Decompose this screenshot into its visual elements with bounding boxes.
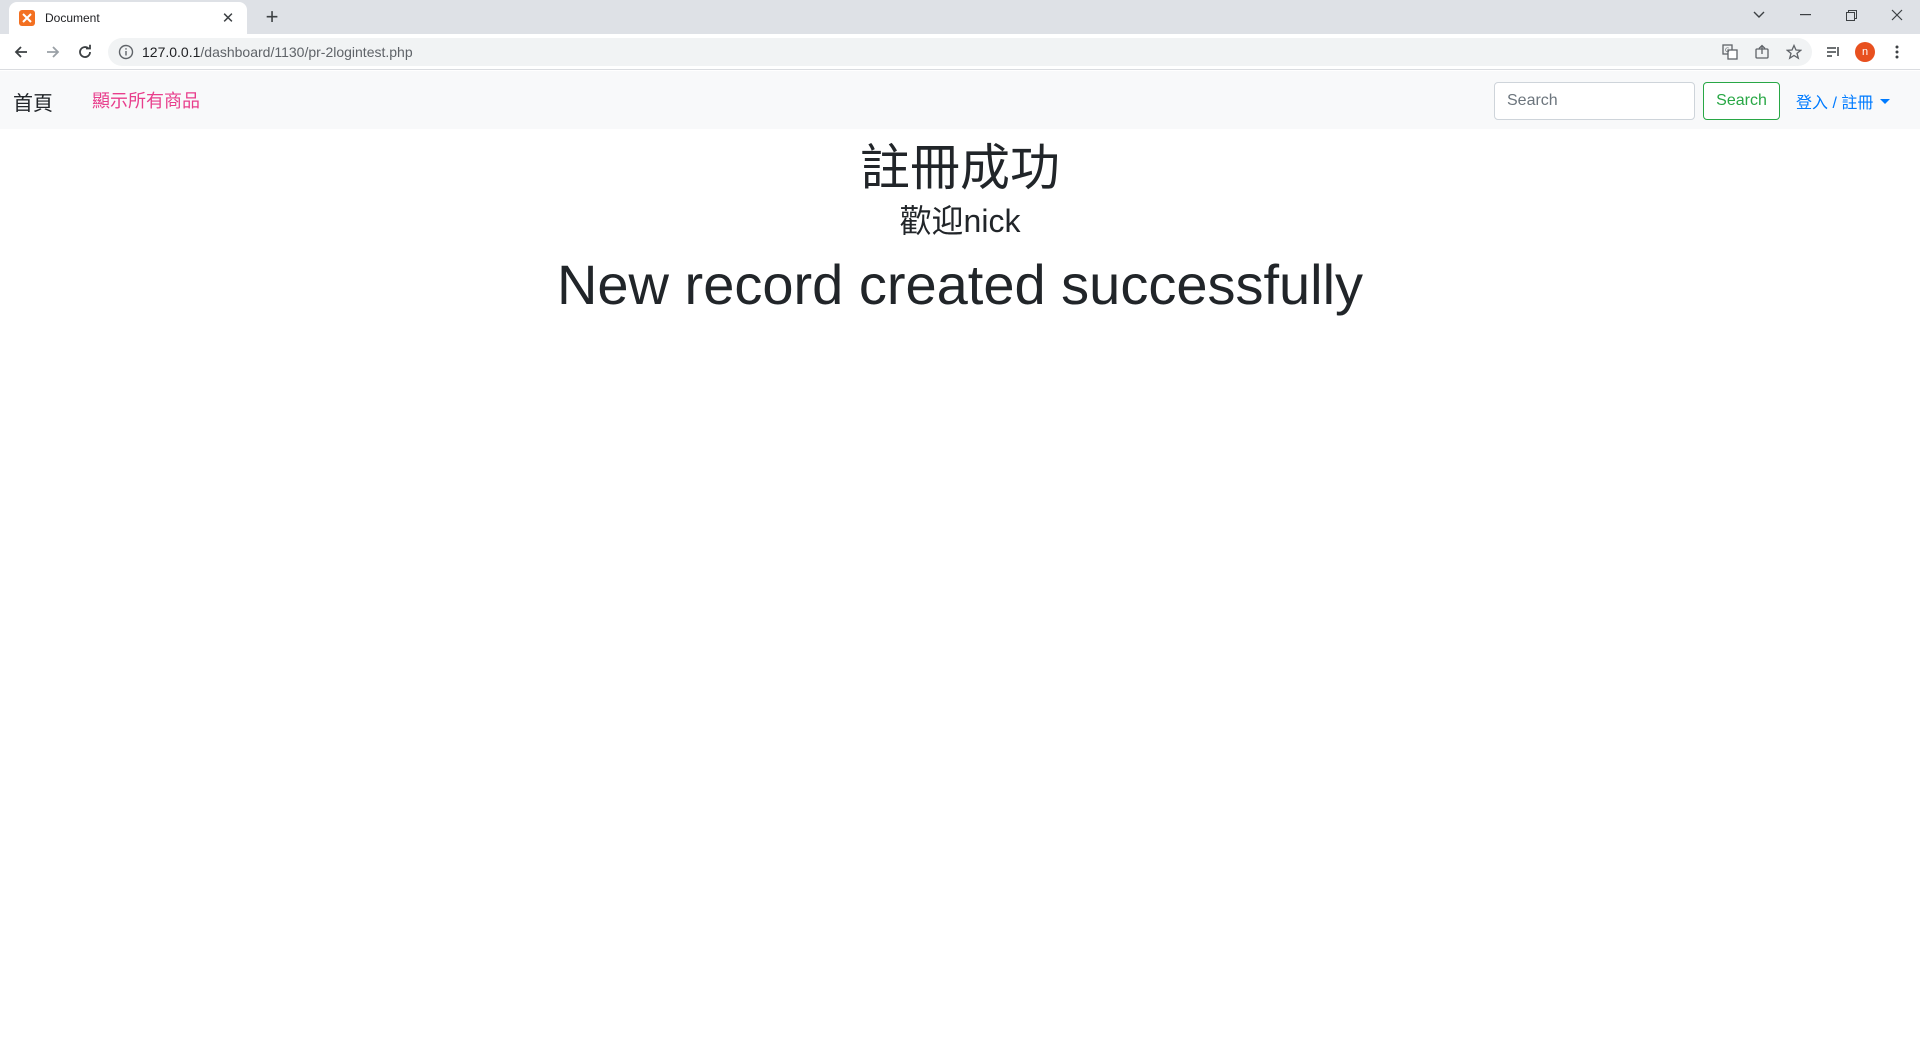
tab-title: Document bbox=[45, 11, 100, 25]
nav-all-products-link[interactable]: 顯示所有商品 bbox=[92, 87, 200, 113]
profile-avatar[interactable]: n bbox=[1852, 39, 1878, 65]
url-host: 127.0.0.1 bbox=[142, 44, 201, 60]
reload-icon[interactable] bbox=[72, 39, 98, 65]
main-content: 註冊成功 歡迎nick New record created successfu… bbox=[0, 129, 1920, 323]
site-navbar: 首頁 顯示所有商品 Search 登入 / 註冊 bbox=[0, 71, 1920, 129]
page-title: 註冊成功 bbox=[860, 140, 1060, 196]
profile-initial: n bbox=[1855, 42, 1875, 62]
restore-icon[interactable] bbox=[1828, 0, 1874, 30]
forward-arrow-icon[interactable] bbox=[40, 39, 66, 65]
search-input[interactable] bbox=[1494, 82, 1695, 120]
caret-down-icon bbox=[1880, 98, 1891, 104]
tab-search-icon[interactable] bbox=[1736, 0, 1782, 30]
site-info-icon[interactable] bbox=[118, 44, 134, 60]
minimize-icon[interactable] bbox=[1782, 0, 1828, 30]
welcome-message: 歡迎nick bbox=[899, 203, 1021, 239]
login-register-dropdown[interactable]: 登入 / 註冊 bbox=[1796, 89, 1891, 113]
svg-text:G: G bbox=[1725, 47, 1730, 54]
url-text: 127.0.0.1/dashboard/1130/pr-2logintest.p… bbox=[142, 44, 413, 60]
url-path: /dashboard/1130/pr-2logintest.php bbox=[200, 44, 413, 60]
address-bar[interactable]: 127.0.0.1/dashboard/1130/pr-2logintest.p… bbox=[108, 38, 1812, 66]
reading-list-icon[interactable] bbox=[1820, 39, 1846, 65]
tab-close-icon[interactable]: ✕ bbox=[219, 9, 237, 27]
xampp-favicon-icon bbox=[19, 10, 35, 26]
bookmark-star-icon[interactable] bbox=[1780, 38, 1808, 66]
nav-home-link[interactable]: 首頁 bbox=[13, 87, 53, 116]
search-button[interactable]: Search bbox=[1703, 82, 1780, 120]
new-tab-icon[interactable]: + bbox=[260, 6, 284, 30]
browser-tabstrip: Document ✕ + bbox=[0, 0, 1920, 34]
login-register-label: 登入 / 註冊 bbox=[1796, 95, 1874, 112]
share-icon[interactable] bbox=[1748, 38, 1776, 66]
browser-toolbar: 127.0.0.1/dashboard/1130/pr-2logintest.p… bbox=[0, 34, 1920, 70]
browser-tab[interactable]: Document ✕ bbox=[9, 2, 247, 34]
record-status-message: New record created successfully bbox=[556, 253, 1364, 316]
close-window-icon[interactable] bbox=[1874, 0, 1920, 30]
translate-icon[interactable]: G bbox=[1716, 38, 1744, 66]
back-arrow-icon[interactable] bbox=[8, 39, 34, 65]
more-menu-icon[interactable] bbox=[1884, 39, 1910, 65]
